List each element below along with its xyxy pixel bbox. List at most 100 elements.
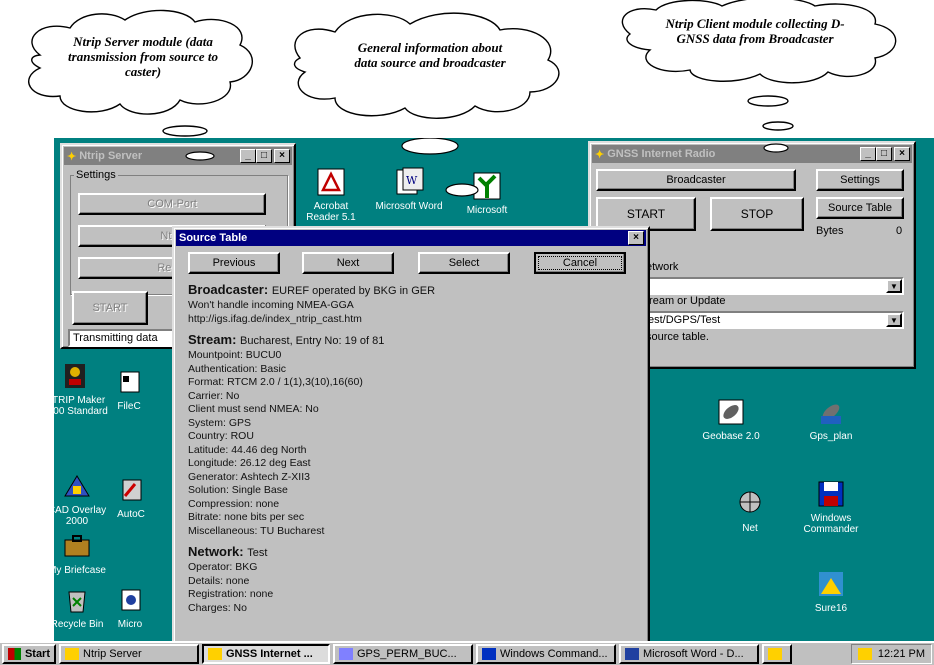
stream-line: Longitude: 26.12 deg East [188, 457, 311, 469]
broadcaster-button[interactable]: Broadcaster [596, 169, 796, 191]
screenshot-stage: Ntrip Server module (data transmission f… [0, 0, 934, 665]
micro-icon [114, 584, 146, 616]
network-line: Charges: No [188, 601, 247, 614]
briefcase-label: My Briefcase [54, 565, 106, 576]
taskbar-item-extra[interactable] [762, 644, 792, 664]
settings-group-label: Settings [74, 169, 118, 181]
source-table-button[interactable]: Source Table [816, 197, 904, 219]
microsoft-desktop-icon[interactable]: Microsoft [452, 170, 522, 216]
task-label: GPS_PERM_BUC... [357, 648, 457, 660]
tray-icon[interactable] [857, 648, 872, 660]
acrobat-reader-desktop-icon[interactable]: Acrobat Reader 5.1 [296, 166, 366, 223]
microsoft-word-desktop-icon[interactable]: W Microsoft Word [374, 166, 444, 212]
geobase-desktop-icon[interactable]: Geobase 2.0 [696, 396, 766, 442]
network-label: etwork [646, 261, 679, 273]
close-button[interactable]: × [894, 147, 910, 161]
minimize-button[interactable]: _ [240, 149, 256, 163]
bytes-value: 0 [896, 225, 903, 237]
floppy-disk-icon [482, 648, 496, 660]
ntrip-maker-desktop-icon[interactable]: NTRIP Maker 2000 Standard [54, 360, 110, 417]
windows-commander-desktop-icon[interactable]: Windows Commander [796, 478, 866, 535]
sure16-desktop-icon[interactable]: Sure16 [796, 568, 866, 614]
stream-line: Miscellaneous: TU Bucharest [188, 524, 325, 537]
maximize-button[interactable]: □ [256, 149, 272, 163]
close-button[interactable]: × [274, 149, 290, 163]
gnss-radio-titlebar[interactable]: ✦ GNSS Internet Radio _ □ × [592, 145, 912, 163]
close-button[interactable]: × [628, 231, 644, 245]
next-button[interactable]: Next [302, 252, 394, 274]
network-section: Network: Test [188, 544, 638, 561]
autoc-icon [115, 474, 147, 506]
task-label: Windows Command... [500, 648, 608, 660]
task-label: Ntrip Server [83, 648, 142, 660]
gnss-app-icon [208, 648, 222, 660]
svg-text:W: W [406, 174, 418, 187]
broadcaster-section: Broadcaster: EUREF operated by BKG in GE… [188, 282, 638, 299]
minimize-button[interactable]: _ [860, 147, 876, 161]
taskbar-item-ntrip-server[interactable]: Ntrip Server [59, 644, 199, 664]
recycle-bin-desktop-icon[interactable]: Recycle Bin [54, 584, 112, 630]
micro-desktop-icon[interactable]: Micro [110, 584, 150, 630]
network-line: Details: none [188, 574, 250, 587]
taskbar-item-gnss-radio[interactable]: GNSS Internet ... [202, 644, 330, 664]
cad-overlay-desktop-icon[interactable]: CAD Overlay 2000 [54, 470, 112, 527]
previous-button[interactable]: Previous [188, 252, 280, 274]
source-table-dialog[interactable]: Source Table × Previous Next Select Canc… [172, 226, 650, 665]
select-button[interactable]: Select [418, 252, 510, 274]
stream-line: Latitude: 44.46 deg North [188, 443, 307, 456]
network-line: Operator: BKG [188, 561, 258, 573]
start-button[interactable]: Start [2, 644, 56, 664]
recycle-bin-label: Recycle Bin [54, 619, 104, 630]
settings-button[interactable]: Settings [816, 169, 904, 191]
chevron-down-icon[interactable]: ▼ [886, 279, 902, 293]
geobase-satellite-icon [715, 396, 747, 428]
client-stop-button[interactable]: STOP [710, 197, 804, 231]
cad-overlay-icon [61, 470, 93, 502]
stream-line: Format: RTCM 2.0 / 1(1),3(10),16(60) [188, 376, 363, 388]
broadcaster-value: EUREF operated by BKG in GER [271, 285, 436, 297]
my-briefcase-desktop-icon[interactable]: My Briefcase [54, 530, 112, 576]
filec-icon [113, 366, 145, 398]
stream-line: Mountpoint: BUCU0 [188, 349, 282, 361]
taskbar-item-gps-perm[interactable]: GPS_PERM_BUC... [333, 644, 473, 664]
taskbar-item-windows-commander[interactable]: Windows Command... [476, 644, 616, 664]
source-table-titlebar[interactable]: Source Table × [176, 230, 646, 246]
taskbar-item-microsoft-word[interactable]: Microsoft Word - D... [619, 644, 759, 664]
word-icon [625, 648, 639, 660]
gps-plan-desktop-icon[interactable]: Gps_plan [796, 396, 866, 442]
ntrip-server-app-icon: ✦ [67, 150, 77, 163]
taskbar: Start Ntrip Server GNSS Internet ... GPS… [0, 641, 934, 665]
cancel-button[interactable]: Cancel [534, 252, 626, 274]
ntrip-app-icon [65, 648, 79, 660]
clock[interactable]: 12:21 PM [878, 648, 925, 660]
filec-desktop-icon[interactable]: FileC [106, 366, 152, 412]
source-table-title: Source Table [179, 232, 248, 244]
microsoft-label: Microsoft [466, 205, 508, 216]
server-bubble-1 [162, 125, 208, 137]
network-value: Test [247, 547, 268, 559]
start-label: Start [24, 648, 50, 660]
broadcaster-heading: Broadcaster: [188, 282, 269, 297]
stream-line: Country: ROU [188, 430, 254, 442]
com-port-button[interactable]: COM-Port [78, 193, 266, 215]
broadcaster-line: Won't handle incoming NMEA-GGA [188, 299, 354, 311]
net-desktop-icon[interactable]: Net [730, 488, 770, 534]
ntrip-server-titlebar[interactable]: ✦ Ntrip Server _ □ × [64, 147, 292, 165]
server-start-button[interactable]: START [72, 291, 148, 325]
stream-line: Compression: none [188, 497, 280, 510]
stream-heading: Stream: [188, 332, 237, 347]
ntrip-maker-icon [59, 360, 91, 392]
cad-overlay-label: CAD Overlay 2000 [54, 505, 107, 527]
net-label: Net [742, 523, 758, 534]
stream-label: tream or Update [646, 295, 726, 307]
bytes-label: Bytes [816, 225, 844, 237]
sure16-label: Sure16 [814, 603, 848, 614]
stream-line: Solution: Single Base [188, 484, 288, 496]
autoc-desktop-icon[interactable]: AutoC [108, 474, 154, 520]
source-table-content: Broadcaster: EUREF operated by BKG in GE… [188, 282, 638, 615]
maximize-button[interactable]: □ [876, 147, 892, 161]
word-icon: W [393, 166, 425, 198]
chevron-down-icon[interactable]: ▼ [886, 313, 902, 327]
gnss-radio-title: GNSS Internet Radio [607, 148, 716, 160]
briefcase-icon [61, 530, 93, 562]
